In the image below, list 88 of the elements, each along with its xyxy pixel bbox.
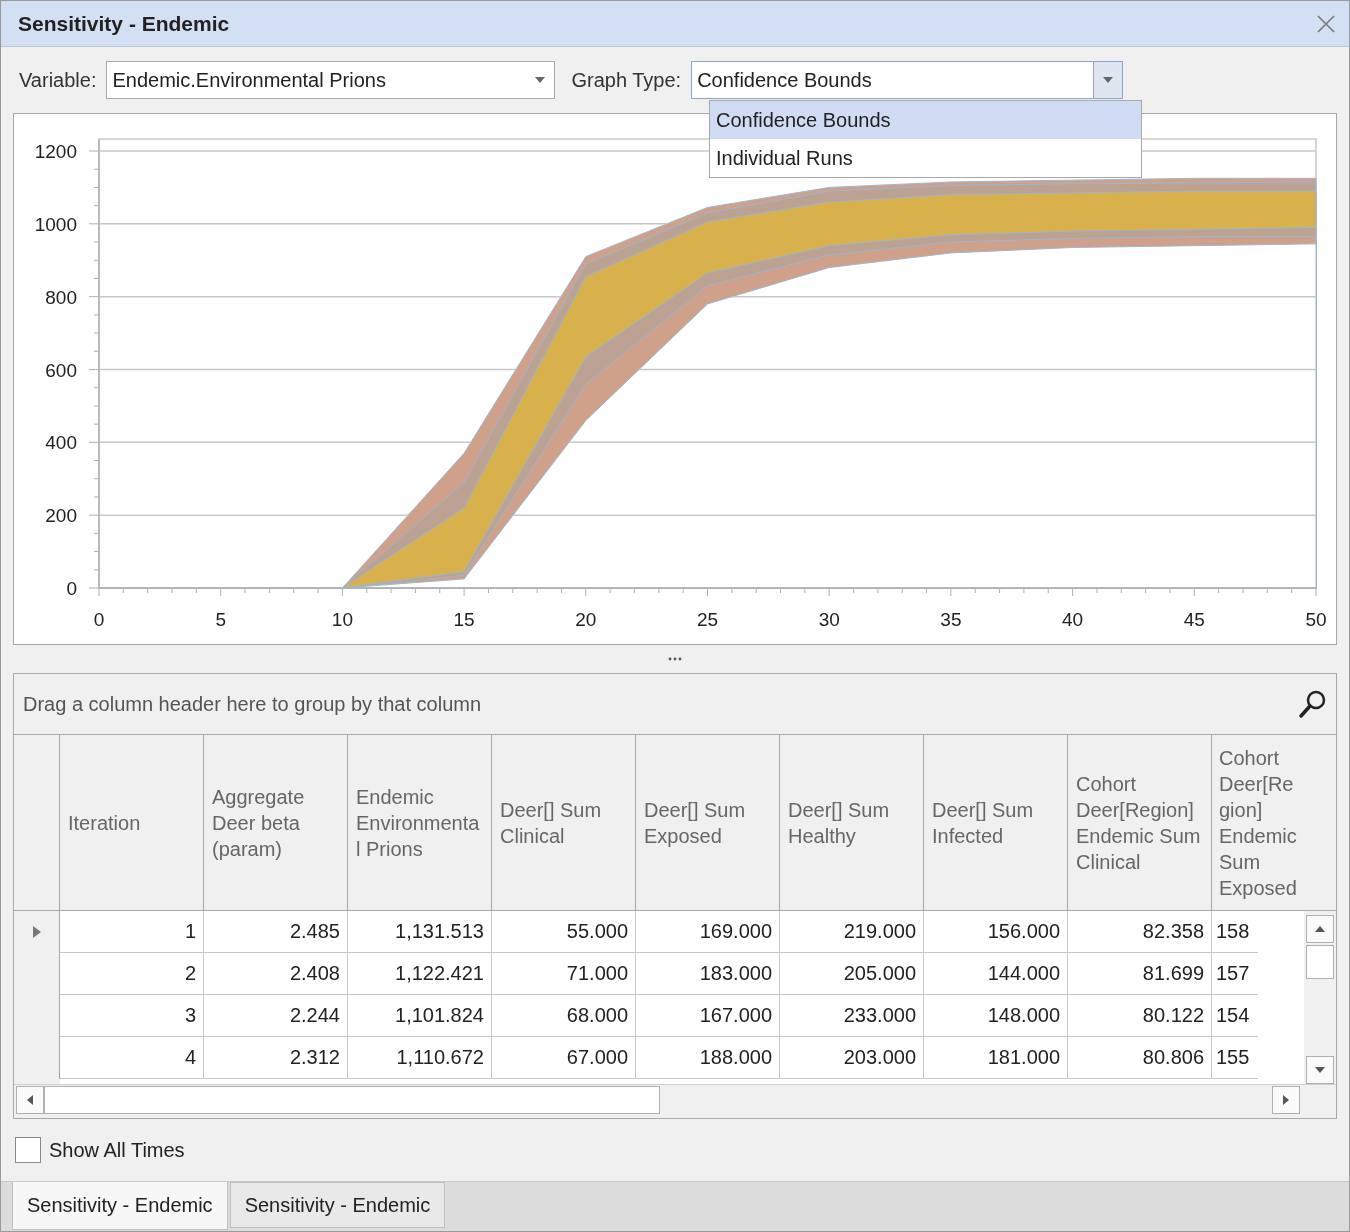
window-title: Sensitivity - Endemic <box>18 11 230 36</box>
axis-label: 5 <box>215 609 226 630</box>
column-header[interactable]: Deer[] Sum Clinical <box>492 735 636 910</box>
axis-label: 25 <box>696 609 719 630</box>
table-cell: 205.000 <box>780 953 924 995</box>
axis-label: 40 <box>1062 609 1084 630</box>
table-cell: 157 <box>1212 953 1258 995</box>
table-cell: 148.000 <box>924 995 1068 1037</box>
table-cell: 67.000 <box>492 1037 636 1079</box>
table-cell: 2.244 <box>204 995 348 1037</box>
table-cell: 82.358 <box>1068 911 1212 953</box>
group-panel-hint: Drag a column header here to group by that column <box>23 692 482 716</box>
table-cell: 167.000 <box>636 995 780 1037</box>
axis-label: 30 <box>818 609 840 630</box>
table-cell: 71.000 <box>492 953 636 995</box>
checkbox-label: Show All Times <box>49 1138 185 1162</box>
table-cell: 1,131.513 <box>348 911 492 953</box>
horizontal-scrollbar[interactable] <box>14 1084 1336 1115</box>
table-cell: 155 <box>1212 1037 1258 1079</box>
table-cell: 55.000 <box>492 911 636 953</box>
table-cell: 80.806 <box>1068 1037 1212 1079</box>
column-header[interactable]: Endemic Environmental Prions <box>348 735 492 910</box>
variable-dropdown[interactable]: Endemic.Environmental Prions <box>106 61 556 99</box>
scroll-thumb[interactable] <box>44 1086 660 1114</box>
table-cell: 2.312 <box>204 1037 348 1079</box>
axis-label: 1000 <box>34 213 77 235</box>
variable-label: Variable: <box>19 68 97 92</box>
table-cell: 68.000 <box>492 995 636 1037</box>
axis-label: 20 <box>575 609 597 630</box>
checkbox[interactable] <box>15 1137 41 1163</box>
scroll-down-icon[interactable] <box>1315 1067 1325 1073</box>
axis-label: 50 <box>1305 609 1327 630</box>
table-cell: 144.000 <box>924 953 1068 995</box>
table-cell: 1,101.824 <box>348 995 492 1037</box>
axis-label: 45 <box>1183 609 1205 630</box>
column-header[interactable]: Iteration <box>60 735 204 910</box>
table-cell: 183.000 <box>636 953 780 995</box>
table-cell: 154 <box>1212 995 1258 1037</box>
table-cell: 2 <box>60 953 204 995</box>
table-cell: 2.408 <box>204 953 348 995</box>
dropdown-option[interactable]: Individual Runs <box>710 139 1141 177</box>
table-cell: 3 <box>60 995 204 1037</box>
table-cell: 2.485 <box>204 911 348 953</box>
dropdown-option[interactable]: Confidence Bounds <box>710 101 1141 139</box>
axis-label: 15 <box>453 609 475 630</box>
tab[interactable]: Sensitivity - Endemic <box>12 1182 228 1230</box>
column-header[interactable]: Deer[] Sum Healthy <box>780 735 924 910</box>
scroll-thumb[interactable] <box>1306 945 1334 979</box>
search-icon[interactable] <box>1298 689 1328 719</box>
axis-label: 1200 <box>34 141 77 162</box>
table-cell: 219.000 <box>780 911 924 953</box>
axis-label: 600 <box>45 359 77 381</box>
caret-icon <box>1103 77 1114 83</box>
table-cell: 81.699 <box>1068 953 1212 995</box>
scroll-left-icon[interactable] <box>27 1095 33 1105</box>
table-cell: 80.122 <box>1068 995 1212 1037</box>
axis-label: 0 <box>93 609 105 630</box>
column-header[interactable]: Deer[] Sum Exposed <box>636 735 780 910</box>
table-cell: 181.000 <box>924 1037 1068 1079</box>
column-header[interactable]: Cohort Deer[Region] Endemic Sum Clinical <box>1068 735 1212 910</box>
tab[interactable]: Sensitivity - Endemic <box>229 1182 446 1228</box>
graph-type-dropdown[interactable]: Confidence Bounds <box>691 61 1124 99</box>
splitter-grip-icon[interactable] <box>668 657 682 661</box>
axis-label: 0 <box>66 578 77 599</box>
column-header[interactable]: Deer[] Sum Infected <box>924 735 1068 910</box>
current-row-icon <box>32 926 41 938</box>
table-cell: 158 <box>1212 911 1258 953</box>
scroll-up-icon[interactable] <box>1315 926 1325 932</box>
table-cell: 1,110.672 <box>348 1037 492 1079</box>
table-cell: 4 <box>60 1037 204 1079</box>
table-cell: 1 <box>60 911 204 953</box>
scroll-right-icon[interactable] <box>1283 1095 1289 1105</box>
table-cell: 1,122.421 <box>348 953 492 995</box>
axis-label: 800 <box>45 286 77 308</box>
table-cell: 233.000 <box>780 995 924 1037</box>
graph-type-label: Graph Type: <box>571 68 682 92</box>
axis-label: 10 <box>331 609 353 630</box>
column-header[interactable]: Cohort Deer[Region] Endemic Sum Exposed <box>1212 735 1304 910</box>
table-cell: 203.000 <box>780 1037 924 1079</box>
table-cell: 188.000 <box>636 1037 780 1079</box>
table-cell: 169.000 <box>636 911 780 953</box>
caret-icon <box>535 77 546 83</box>
table-cell: 156.000 <box>924 911 1068 953</box>
close-icon[interactable] <box>1317 14 1335 33</box>
axis-label: 400 <box>45 432 77 454</box>
column-header[interactable]: Aggregate Deer beta (param) <box>204 735 348 910</box>
axis-label: 35 <box>940 609 962 630</box>
axis-label: 200 <box>45 505 77 527</box>
